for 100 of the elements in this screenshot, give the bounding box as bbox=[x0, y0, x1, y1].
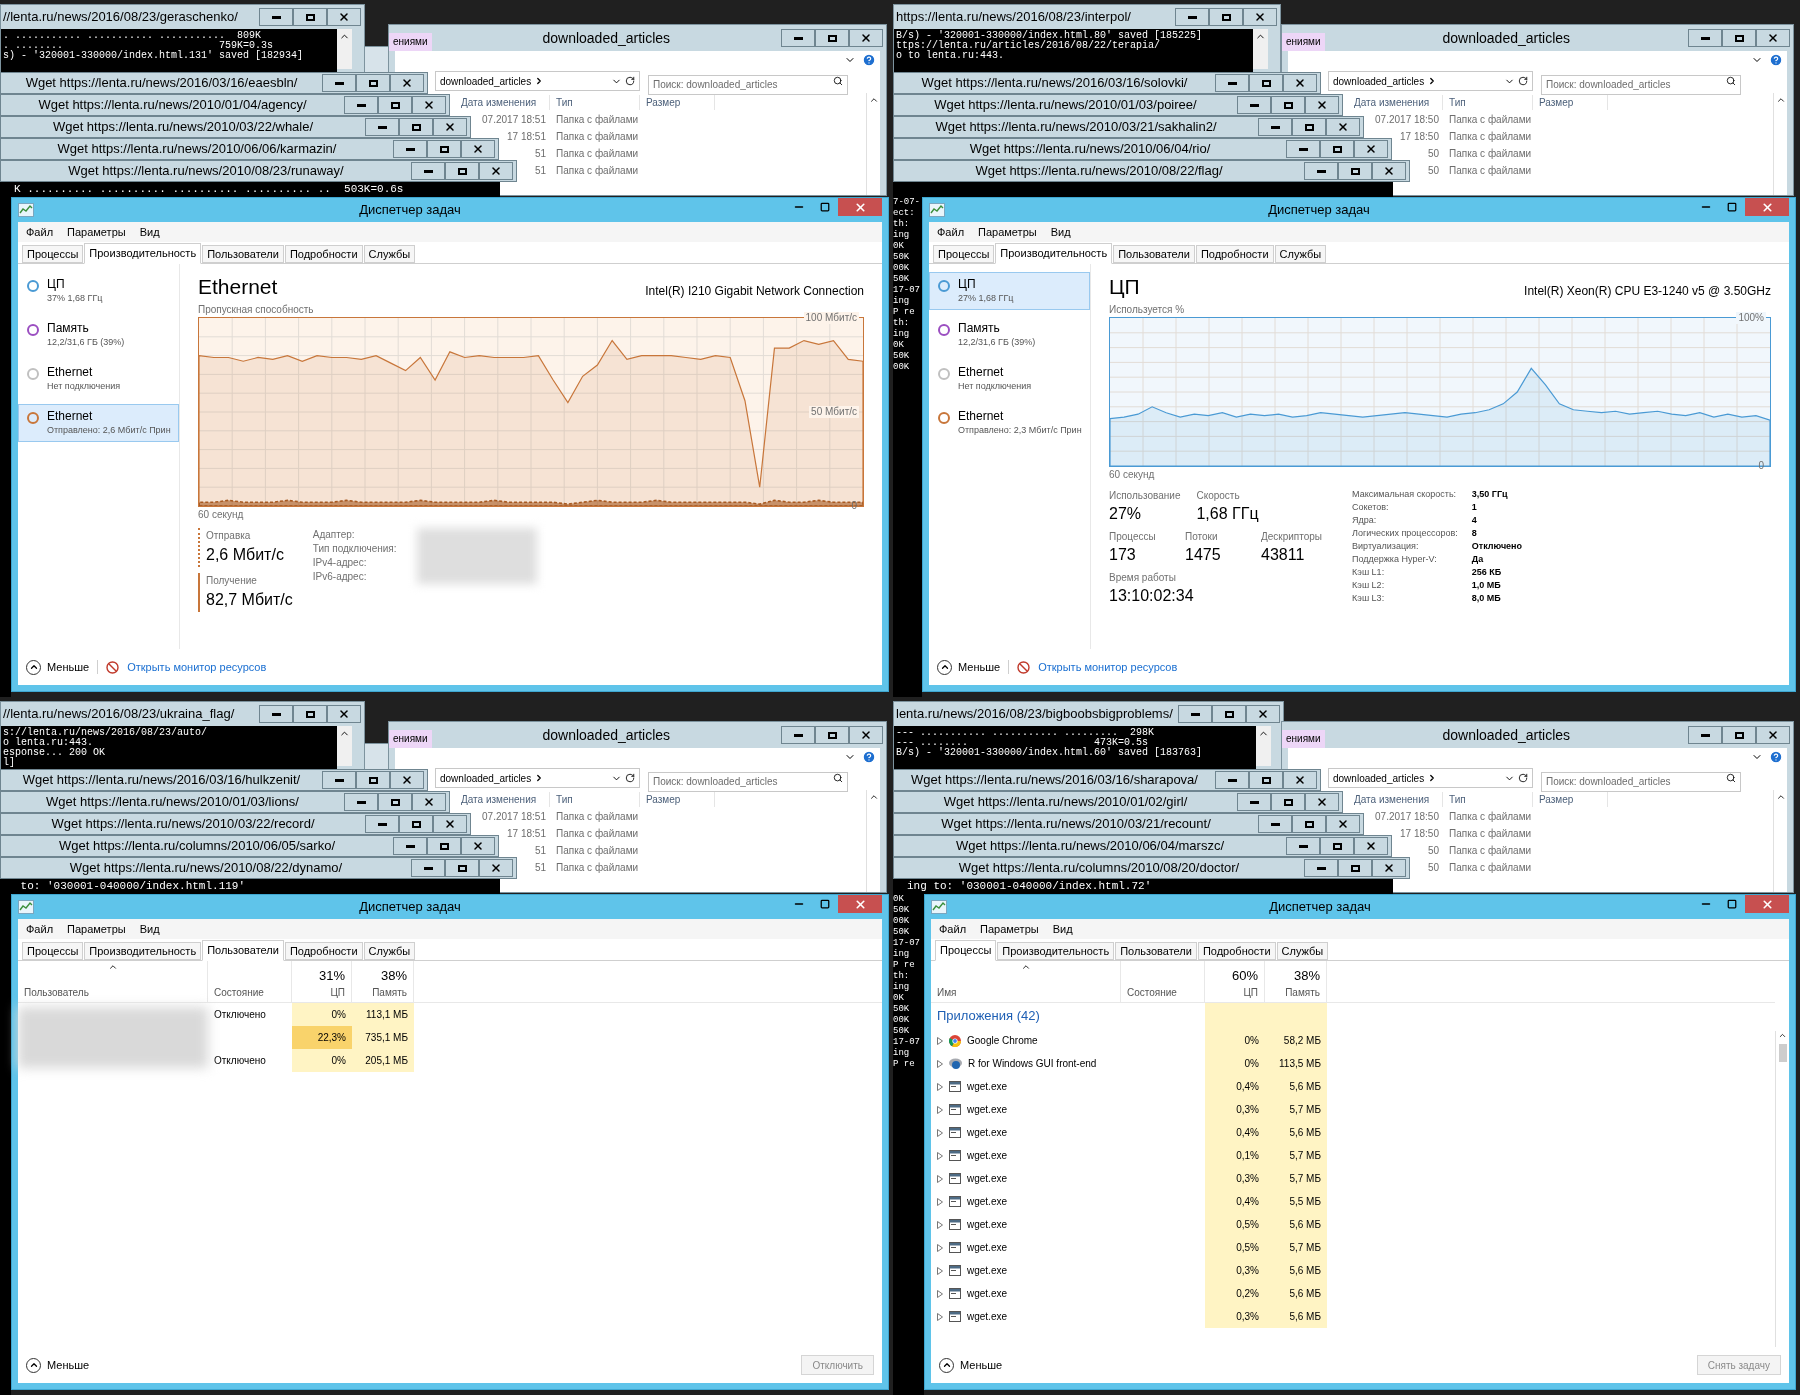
wget-window-titlebar[interactable]: Wget https://lenta.ru/news/2010/01/03/lions/ bbox=[0, 791, 450, 813]
menu-item[interactable]: Вид bbox=[139, 920, 160, 938]
column-header[interactable]: Состояние bbox=[1121, 961, 1205, 1002]
scrollbar[interactable] bbox=[866, 790, 880, 892]
process-name[interactable]: wget.exe bbox=[967, 1125, 1008, 1140]
tab[interactable]: Подробности bbox=[284, 942, 363, 960]
expand-icon[interactable] bbox=[937, 1128, 943, 1137]
minimize-button[interactable] bbox=[781, 29, 815, 47]
column-header[interactable]: Состояние bbox=[208, 961, 292, 1002]
tab[interactable]: Процессы bbox=[933, 245, 995, 263]
wget-window-titlebar[interactable]: Wget https://lenta.ru/news/2016/03/16/solovki/ bbox=[893, 72, 1321, 94]
minimize-button[interactable] bbox=[1688, 29, 1722, 47]
minimize-button[interactable] bbox=[393, 140, 427, 158]
column-header[interactable]: Размер bbox=[640, 94, 715, 110]
address-bar[interactable]: downloaded_articles bbox=[435, 768, 640, 788]
wget-window-titlebar[interactable]: Wget https://lenta.ru/news/2010/03/21/sakhalin2/ bbox=[893, 116, 1364, 138]
maximize-button[interactable] bbox=[1292, 118, 1326, 136]
column-header[interactable]: Пользователь bbox=[18, 961, 208, 1002]
tab[interactable]: Службы bbox=[1274, 245, 1327, 263]
tab[interactable]: Службы bbox=[363, 942, 416, 960]
minimize-button[interactable] bbox=[1258, 815, 1292, 833]
minimize-button[interactable] bbox=[1286, 837, 1320, 855]
wget-window-titlebar[interactable]: Wget https://lenta.ru/news/2010/06/04/rio/ bbox=[893, 138, 1392, 160]
tab[interactable]: Производительность bbox=[84, 243, 202, 264]
wget-window-titlebar[interactable]: Wget https://lenta.ru/news/2010/03/22/whale/ bbox=[0, 116, 471, 138]
maximize-button[interactable] bbox=[1722, 726, 1756, 744]
expand-icon[interactable] bbox=[937, 1151, 943, 1160]
wget-window-titlebar[interactable]: Wget https://lenta.ru/columns/2010/06/05/sarko/ bbox=[0, 835, 499, 857]
process-name[interactable]: wget.exe bbox=[967, 1217, 1008, 1232]
help-icon[interactable] bbox=[1769, 750, 1783, 764]
minimize-button[interactable] bbox=[1286, 140, 1320, 158]
tab[interactable]: Службы bbox=[363, 245, 416, 263]
column-header[interactable]: Тип bbox=[550, 94, 640, 110]
close-button[interactable] bbox=[1372, 859, 1406, 877]
minimize-button[interactable] bbox=[322, 771, 356, 789]
maximize-button[interactable] bbox=[399, 815, 433, 833]
minimize-button[interactable] bbox=[1175, 8, 1209, 26]
minimize-button[interactable] bbox=[1304, 162, 1338, 180]
scrollbar[interactable] bbox=[1773, 790, 1787, 892]
maximize-button[interactable] bbox=[1338, 162, 1372, 180]
address-bar[interactable]: downloaded_articles bbox=[1328, 71, 1533, 91]
close-button[interactable] bbox=[433, 118, 467, 136]
expand-icon[interactable] bbox=[937, 1105, 943, 1114]
close-button[interactable] bbox=[1756, 726, 1790, 744]
wget-window-titlebar[interactable]: Wget https://lenta.ru/news/2016/03/16/sharapova/ bbox=[893, 769, 1321, 791]
wget-window-titlebar[interactable]: Wget https://lenta.ru/news/2010/08/23/runaway/ bbox=[0, 160, 517, 182]
tab[interactable]: Пользователи bbox=[202, 940, 284, 961]
maximize-button[interactable] bbox=[293, 705, 327, 723]
process-name[interactable]: wget.exe bbox=[967, 1194, 1008, 1209]
address-bar[interactable]: downloaded_articles bbox=[435, 71, 640, 91]
column-header[interactable]: Тип bbox=[1443, 791, 1533, 807]
process-name[interactable]: wget.exe bbox=[967, 1148, 1008, 1163]
menu-item[interactable]: Параметры bbox=[67, 223, 126, 241]
close-button[interactable] bbox=[1354, 140, 1388, 158]
process-name[interactable]: wget.exe bbox=[967, 1079, 1008, 1094]
help-icon[interactable] bbox=[862, 53, 876, 67]
maximize-button[interactable] bbox=[1320, 140, 1354, 158]
tab[interactable]: Процессы bbox=[22, 245, 84, 263]
column-header[interactable]: Тип bbox=[1443, 94, 1533, 110]
minimize-button[interactable] bbox=[365, 815, 399, 833]
minimize-button[interactable] bbox=[259, 8, 293, 26]
tab[interactable]: Подробности bbox=[1195, 245, 1274, 263]
minimize-button[interactable] bbox=[1178, 705, 1212, 723]
tab[interactable]: Пользователи bbox=[1115, 942, 1197, 960]
tab[interactable]: Пользователи bbox=[1113, 245, 1195, 263]
resource-monitor-link[interactable]: Открыть монитор ресурсов bbox=[1038, 658, 1178, 676]
ribbon-tab[interactable]: ениями bbox=[1282, 730, 1325, 748]
ribbon-tab[interactable]: ениями bbox=[389, 33, 432, 51]
maximize-button[interactable] bbox=[1249, 771, 1283, 789]
tab[interactable]: Подробности bbox=[284, 245, 363, 263]
close-button[interactable] bbox=[479, 162, 513, 180]
scrollbar[interactable] bbox=[337, 29, 352, 69]
close-button[interactable] bbox=[1326, 815, 1360, 833]
sidebar-item[interactable]: ЦП 27% 1,68 ГГц bbox=[929, 272, 1090, 310]
close-button[interactable] bbox=[838, 895, 882, 913]
maximize-button[interactable] bbox=[427, 140, 461, 158]
ribbon-tab[interactable]: ениями bbox=[389, 730, 432, 748]
column-header[interactable]: Тип bbox=[550, 791, 640, 807]
expand-icon[interactable] bbox=[937, 1289, 943, 1298]
maximize-button[interactable] bbox=[378, 793, 412, 811]
scrollbar-thumb[interactable] bbox=[1778, 1044, 1787, 1062]
scrollbar[interactable] bbox=[337, 726, 352, 766]
maximize-button[interactable] bbox=[293, 8, 327, 26]
expand-icon[interactable] bbox=[937, 1312, 943, 1321]
close-button[interactable] bbox=[1756, 29, 1790, 47]
maximize-button[interactable] bbox=[1271, 96, 1305, 114]
minimize-button[interactable] bbox=[411, 162, 445, 180]
expand-icon[interactable] bbox=[937, 1243, 943, 1252]
expand-icon[interactable] bbox=[937, 1059, 943, 1068]
menu-item[interactable]: Параметры bbox=[978, 223, 1037, 241]
expand-icon[interactable] bbox=[937, 1266, 943, 1275]
close-button[interactable] bbox=[849, 726, 883, 744]
tab[interactable]: Подробности bbox=[1197, 942, 1276, 960]
expand-icon[interactable] bbox=[937, 1220, 943, 1229]
refresh-icon[interactable] bbox=[1518, 773, 1528, 783]
close-button[interactable] bbox=[390, 771, 424, 789]
maximize-button[interactable] bbox=[356, 771, 390, 789]
column-header[interactable]: 31% ЦП bbox=[292, 961, 352, 1002]
menu-item[interactable]: Вид bbox=[1052, 920, 1073, 938]
process-name[interactable]: wget.exe bbox=[967, 1309, 1008, 1324]
